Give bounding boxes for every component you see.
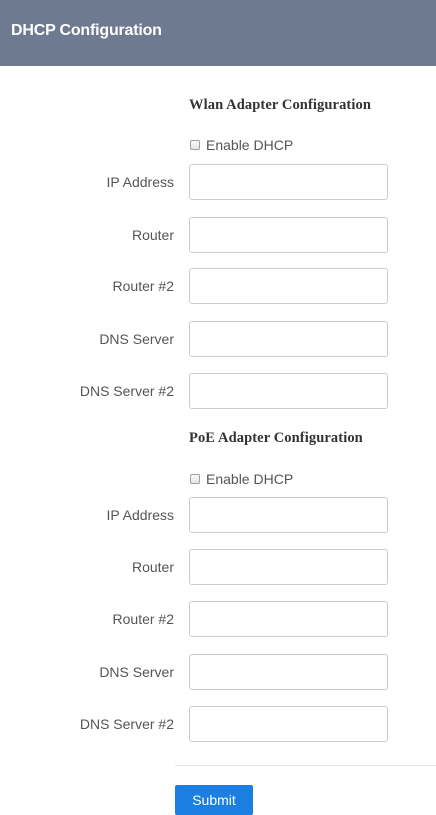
wlan-router2-label: Router #2 <box>112 278 174 294</box>
wlan-dns-server-input[interactable] <box>189 321 388 357</box>
poe-enable-dhcp-label: Enable DHCP <box>206 471 294 487</box>
wlan-enable-dhcp-label: Enable DHCP <box>206 137 294 153</box>
form-divider <box>175 765 436 766</box>
poe-router2-label: Router #2 <box>112 611 174 627</box>
poe-ip-address-label: IP Address <box>106 507 174 523</box>
poe-router-input[interactable] <box>189 549 388 585</box>
wlan-enable-dhcp-checkbox[interactable] <box>190 140 200 150</box>
wlan-dns-server2-label: DNS Server #2 <box>79 383 174 399</box>
poe-dns-server2-label: DNS Server #2 <box>79 716 174 732</box>
wlan-router-input[interactable] <box>189 217 388 253</box>
wlan-section-title: Wlan Adapter Configuration <box>189 97 371 113</box>
poe-ip-address-input[interactable] <box>189 497 388 533</box>
poe-dns-server-label: DNS Server <box>99 664 174 680</box>
page-title: DHCP Configuration <box>11 22 162 39</box>
wlan-ip-address-label: IP Address <box>106 174 174 190</box>
poe-section-title: PoE Adapter Configuration <box>189 430 363 446</box>
poe-router-label: Router <box>131 559 174 575</box>
wlan-router-label: Router <box>131 227 174 243</box>
wlan-ip-address-input[interactable] <box>189 164 388 200</box>
wlan-router2-input[interactable] <box>189 268 388 304</box>
poe-dns-server2-input[interactable] <box>189 706 388 742</box>
wlan-enable-dhcp[interactable]: Enable DHCP <box>190 137 293 153</box>
poe-dns-server-input[interactable] <box>189 654 388 690</box>
page-header: DHCP Configuration <box>0 0 436 66</box>
poe-enable-dhcp[interactable]: Enable DHCP <box>190 471 293 487</box>
submit-button[interactable]: Submit <box>175 785 253 815</box>
wlan-dns-server2-input[interactable] <box>189 373 388 409</box>
poe-enable-dhcp-checkbox[interactable] <box>190 474 200 484</box>
poe-router2-input[interactable] <box>189 601 388 637</box>
wlan-dns-server-label: DNS Server <box>99 331 174 347</box>
